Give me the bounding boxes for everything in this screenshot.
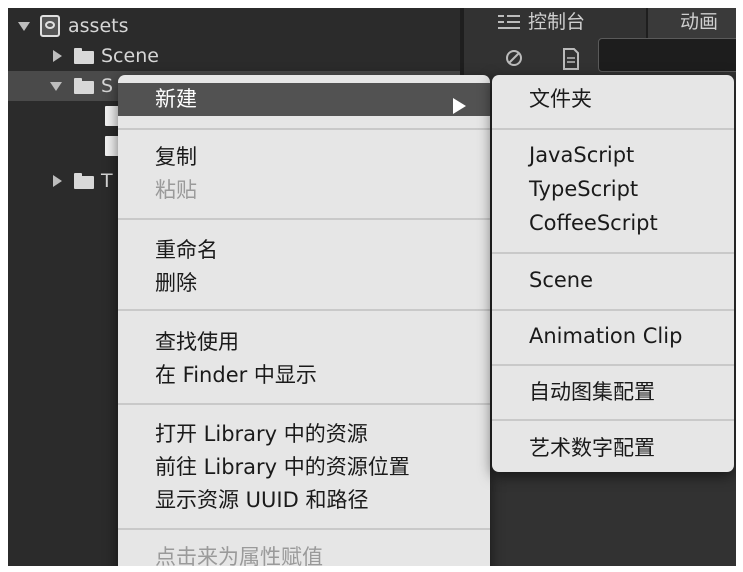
menu-item-label: 新建 — [155, 87, 197, 111]
menu-separator — [492, 252, 734, 254]
document-icon[interactable] — [562, 48, 580, 74]
tab-animation-label: 动画 — [680, 11, 719, 33]
menu-separator — [118, 528, 490, 530]
submenu-item-coffeescript[interactable]: CoffeeScript — [529, 207, 658, 239]
menu-separator — [118, 309, 490, 311]
submenu-item-art-number[interactable]: 艺术数字配置 — [529, 432, 655, 464]
folder-icon — [74, 78, 94, 94]
console-filter-input[interactable] — [598, 38, 736, 72]
submenu-item-typescript[interactable]: TypeScript — [529, 173, 638, 205]
list-icon — [496, 8, 522, 42]
menu-item-rename[interactable]: 重命名 — [155, 234, 218, 266]
submenu-item-scene[interactable]: Scene — [529, 264, 593, 296]
tree-row-label: Scene — [101, 45, 159, 67]
menu-separator — [492, 364, 734, 366]
menu-item-new[interactable]: 新建 — [155, 83, 490, 115]
menu-separator — [118, 403, 490, 405]
tab-console[interactable]: 控制台 — [476, 8, 644, 38]
tree-row-label: T — [101, 170, 113, 192]
submenu-item-folder[interactable]: 文件夹 — [529, 83, 592, 115]
submenu-arrow-icon — [453, 98, 466, 114]
folder-icon — [74, 48, 94, 64]
menu-item-open-in-library[interactable]: 打开 Library 中的资源 — [155, 418, 368, 450]
expand-arrow-icon[interactable] — [50, 82, 62, 91]
menu-item-go-to-library[interactable]: 前往 Library 中的资源位置 — [155, 451, 410, 483]
script-file-icon — [105, 136, 119, 156]
menu-item-copy[interactable]: 复制 — [155, 141, 197, 173]
menu-item-assign-property[interactable]: 点击来为属性赋值 — [155, 541, 323, 566]
tab-console-label: 控制台 — [528, 11, 586, 33]
submenu-item-javascript[interactable]: JavaScript — [529, 139, 634, 171]
tree-row-label: S — [101, 75, 114, 97]
tree-root-label: assets — [68, 15, 129, 37]
menu-item-paste[interactable]: 粘贴 — [155, 174, 197, 206]
menu-item-find-usage[interactable]: 查找使用 — [155, 326, 239, 358]
submenu-item-auto-atlas[interactable]: 自动图集配置 — [529, 376, 655, 408]
expand-arrow-icon[interactable] — [18, 22, 30, 31]
new-submenu: 文件夹 JavaScript TypeScript CoffeeScript S… — [492, 75, 734, 472]
folder-icon — [74, 173, 94, 189]
context-menu: 新建 复制 粘贴 重命名 删除 查找使用 在 Finder 中显示 打开 Lib… — [118, 75, 490, 566]
submenu-item-animation-clip[interactable]: Animation Clip — [529, 320, 682, 352]
editor-window: assets Scene S T 控制台 动画 新建 复制 粘贴 重命名 删除 … — [8, 8, 736, 566]
collapse-arrow-icon[interactable] — [53, 175, 62, 187]
menu-item-show-in-finder[interactable]: 在 Finder 中显示 — [155, 359, 317, 391]
collapse-arrow-icon[interactable] — [53, 50, 62, 62]
menu-separator — [118, 128, 490, 130]
menu-item-delete[interactable]: 删除 — [155, 267, 197, 299]
menu-separator — [118, 218, 490, 220]
menu-separator — [492, 309, 734, 311]
menu-separator — [492, 419, 734, 421]
tree-row-scene-folder[interactable]: Scene — [8, 41, 460, 71]
menu-separator — [492, 128, 734, 130]
no-entry-icon[interactable] — [504, 48, 524, 72]
tree-row-assets-root[interactable]: assets — [8, 11, 460, 41]
menu-item-show-uuid[interactable]: 显示资源 UUID 和路径 — [155, 484, 368, 516]
tab-animation[interactable]: 动画 — [646, 8, 736, 38]
script-file-icon — [105, 106, 119, 126]
database-icon — [40, 15, 60, 37]
